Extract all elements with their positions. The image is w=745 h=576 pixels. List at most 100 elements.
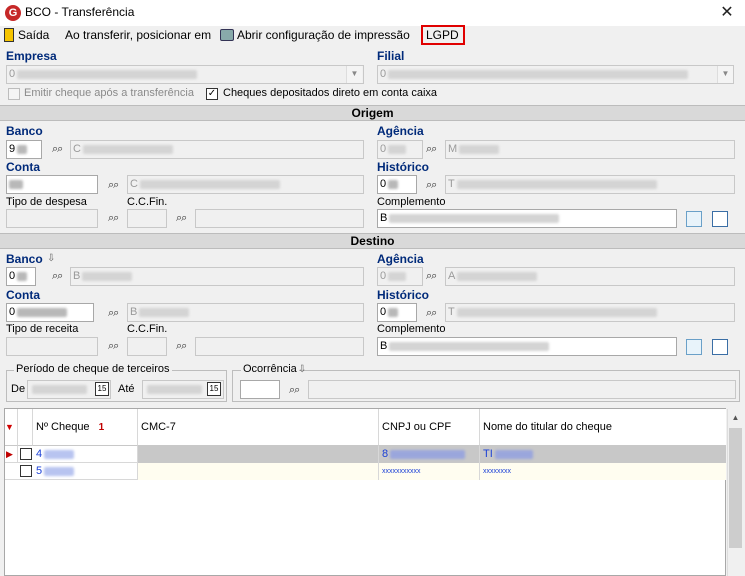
row-cheque[interactable]: 5 <box>33 463 138 480</box>
search-replace-icon[interactable] <box>686 339 702 355</box>
binoculars-icon[interactable]: ⌕⌕ <box>289 384 300 397</box>
origem-agencia-code: 0 <box>377 140 423 159</box>
destino-conta-code[interactable]: 0 <box>6 303 94 322</box>
origem-agencia-code-text: 0 <box>380 143 387 155</box>
row-cmc7[interactable] <box>138 463 379 480</box>
origem-agencia-label: Agência <box>377 124 424 138</box>
empresa-dropdown-icon[interactable]: ▼ <box>346 66 362 83</box>
grid-header-cnpj[interactable]: CNPJ ou CPF <box>379 409 480 446</box>
row-cheque[interactable]: 4 <box>33 446 138 463</box>
menu-exit[interactable]: Saída <box>18 26 49 46</box>
origem-banco-label: Banco <box>6 124 43 138</box>
origem-historico-code[interactable]: 0 <box>377 175 417 194</box>
binoculars-icon: ⌕⌕ <box>176 212 187 224</box>
section-origem: Origem <box>0 105 745 121</box>
binoculars-icon: ⌕⌕ <box>108 212 119 224</box>
cheques-depositados-label: Cheques depositados direto em conta caix… <box>223 87 438 99</box>
binoculars-icon: ⌕⌕ <box>176 340 187 352</box>
destino-agencia-name-text: A <box>448 270 456 282</box>
section-destino: Destino <box>0 233 745 249</box>
origem-historico-name-text: T <box>448 178 455 190</box>
row-nome[interactable]: TI <box>480 446 726 463</box>
destino-historico-name: T <box>445 303 735 322</box>
filial-combo[interactable]: 0 <box>377 65 734 84</box>
destino-banco-code-text: 0 <box>9 270 16 282</box>
binoculars-icon[interactable]: ⌕⌕ <box>52 143 63 156</box>
row-cheque-text: 4 <box>36 448 43 460</box>
binoculars-icon[interactable]: ⌕⌕ <box>426 307 437 320</box>
row-nome[interactable]: xxxxxxxx <box>480 463 726 480</box>
row-nome-text: TI <box>483 448 493 460</box>
close-icon[interactable]: ✕ <box>713 2 741 24</box>
binoculars-icon[interactable]: ⌕⌕ <box>426 143 437 156</box>
menu-print-config[interactable]: Abrir configuração de impressão <box>237 26 410 46</box>
periodo-label: Período de cheque de terceiros <box>14 363 172 375</box>
grid-header-cheque[interactable]: Nº Cheque 1 <box>33 409 138 446</box>
destino-banco-name: B <box>70 267 364 286</box>
arrow-down-icon: ⇩ <box>47 253 56 264</box>
destino-banco-code[interactable]: 0 <box>6 267 36 286</box>
binoculars-icon[interactable]: ⌕⌕ <box>426 270 437 283</box>
grid-header-nome[interactable]: Nome do titular do cheque <box>480 409 726 446</box>
origem-ccfin-label: C.C.Fin. <box>127 196 168 208</box>
empresa-value: 0 <box>9 68 16 80</box>
de-label: De <box>11 383 26 395</box>
origem-complemento-field[interactable]: B <box>377 209 677 228</box>
binoculars-icon[interactable]: ⌕⌕ <box>108 179 119 192</box>
destino-complemento-field[interactable]: B <box>377 337 677 356</box>
scroll-up-arrow-icon[interactable]: ▲ <box>727 409 744 426</box>
sort-order-icon: 1 <box>98 422 105 433</box>
origem-conta-name: C <box>127 175 364 194</box>
menu-lgpd[interactable]: LGPD <box>426 26 459 46</box>
filial-value: 0 <box>380 68 387 80</box>
destino-complemento-text: B <box>380 340 388 352</box>
origem-agencia-name-text: M <box>448 143 458 155</box>
form-icon[interactable] <box>712 211 728 227</box>
destino-agencia-name: A <box>445 267 735 286</box>
origem-banco-name: C <box>70 140 364 159</box>
binoculars-icon[interactable]: ⌕⌕ <box>426 179 437 192</box>
destino-ccfin-field <box>127 337 167 356</box>
destino-tipo-receita-field <box>6 337 98 356</box>
calendar-icon[interactable]: 15 <box>95 382 109 396</box>
empresa-combo[interactable]: 0 <box>6 65 364 84</box>
origem-banco-code[interactable]: 9 <box>6 140 42 159</box>
destino-historico-code[interactable]: 0 <box>377 303 417 322</box>
origem-tipo-despesa-label: Tipo de despesa <box>6 196 87 208</box>
origem-historico-label: Histórico <box>377 160 430 174</box>
grid-header-cmc7[interactable]: CMC-7 <box>138 409 379 446</box>
origem-historico-name: T <box>445 175 735 194</box>
origem-conta-name-text: C <box>130 178 138 190</box>
ocorrencia-label: Ocorrência <box>241 363 299 375</box>
origem-conta-code[interactable] <box>6 175 98 194</box>
row-cnpj-text: 8 <box>382 448 389 460</box>
row-cmc7[interactable] <box>138 446 379 463</box>
window-title: BCO - Transferência <box>25 5 135 19</box>
filial-label: Filial <box>377 49 405 63</box>
destino-tipo-receita-label: Tipo de receita <box>6 323 79 335</box>
destino-agencia-code-text: 0 <box>380 270 387 282</box>
destino-complemento-label: Complemento <box>377 323 446 335</box>
filial-dropdown-icon[interactable]: ▼ <box>717 66 733 83</box>
binoculars-icon[interactable]: ⌕⌕ <box>52 270 63 283</box>
destino-banco-name-text: B <box>73 270 81 282</box>
form-icon[interactable] <box>712 339 728 355</box>
row-cnpj[interactable]: xxxxxxxxxxx <box>379 463 480 480</box>
binoculars-icon[interactable]: ⌕⌕ <box>108 307 119 320</box>
emitir-cheque-checkbox[interactable] <box>8 88 20 100</box>
menu-on-transfer[interactable]: Ao transferir, posicionar em <box>65 26 211 46</box>
calendar-icon[interactable]: 15 <box>207 382 221 396</box>
ocorrencia-code[interactable] <box>240 380 280 399</box>
exit-door-icon <box>4 28 14 42</box>
row-checkbox[interactable] <box>20 448 32 460</box>
search-replace-icon[interactable] <box>686 211 702 227</box>
row-checkbox[interactable] <box>20 465 32 477</box>
ocorrencia-name <box>308 380 736 399</box>
destino-conta-name: B <box>127 303 364 322</box>
row-pointer-icon: ▶ <box>5 446 18 463</box>
arrow-down-icon: ⇩ <box>298 364 307 375</box>
empresa-label: Empresa <box>6 49 57 63</box>
row-cnpj[interactable]: 8 <box>379 446 480 463</box>
scrollbar-thumb[interactable] <box>729 428 742 548</box>
cheques-depositados-checkbox[interactable]: ✓ <box>206 88 218 100</box>
